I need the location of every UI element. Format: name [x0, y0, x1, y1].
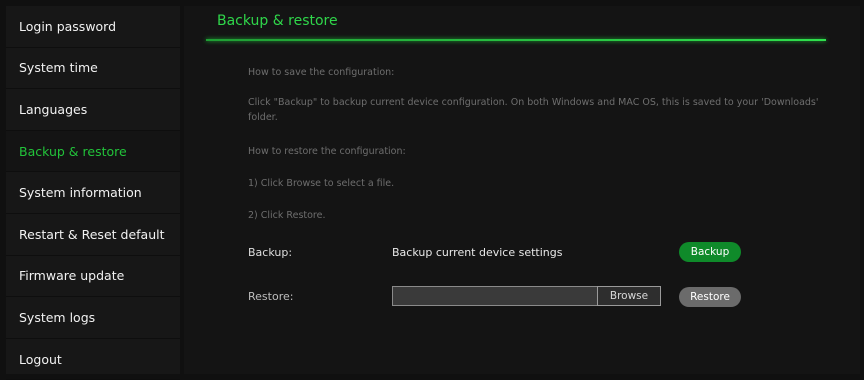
sidebar-item-firmware-update[interactable]: Firmware update — [6, 256, 180, 298]
page-title: Backup & restore — [217, 13, 338, 29]
sidebar-item-system-information[interactable]: System information — [6, 172, 180, 214]
sidebar-item-restart-reset[interactable]: Restart & Reset default — [6, 214, 180, 256]
browse-button[interactable]: Browse — [597, 286, 661, 306]
backup-label: Backup: — [248, 246, 293, 259]
sidebar-item-system-time[interactable]: System time — [6, 48, 180, 90]
backup-button[interactable]: Backup — [679, 242, 741, 262]
note-save-heading: How to save the configuration: — [248, 67, 395, 78]
restore-button[interactable]: Restore — [679, 287, 741, 307]
sidebar-item-backup-restore[interactable]: Backup & restore — [6, 130, 180, 173]
title-divider — [206, 39, 826, 41]
sidebar-item-system-logs[interactable]: System logs — [6, 297, 180, 339]
restore-label: Restore: — [248, 290, 294, 303]
sidebar-item-login-password[interactable]: Login password — [6, 6, 180, 48]
backup-description: Backup current device settings — [392, 246, 563, 259]
note-step-restore: 2) Click Restore. — [248, 210, 326, 221]
note-restore-heading: How to restore the configuration: — [248, 146, 406, 157]
sidebar: Login password System time Languages Bac… — [6, 6, 180, 380]
restore-file-field[interactable] — [392, 286, 598, 306]
sidebar-item-languages[interactable]: Languages — [6, 89, 180, 131]
note-step-browse: 1) Click Browse to select a file. — [248, 178, 395, 189]
note-backup-instructions: Click "Backup" to backup current device … — [248, 97, 819, 123]
main-panel: Backup & restore How to save the configu… — [184, 6, 860, 374]
